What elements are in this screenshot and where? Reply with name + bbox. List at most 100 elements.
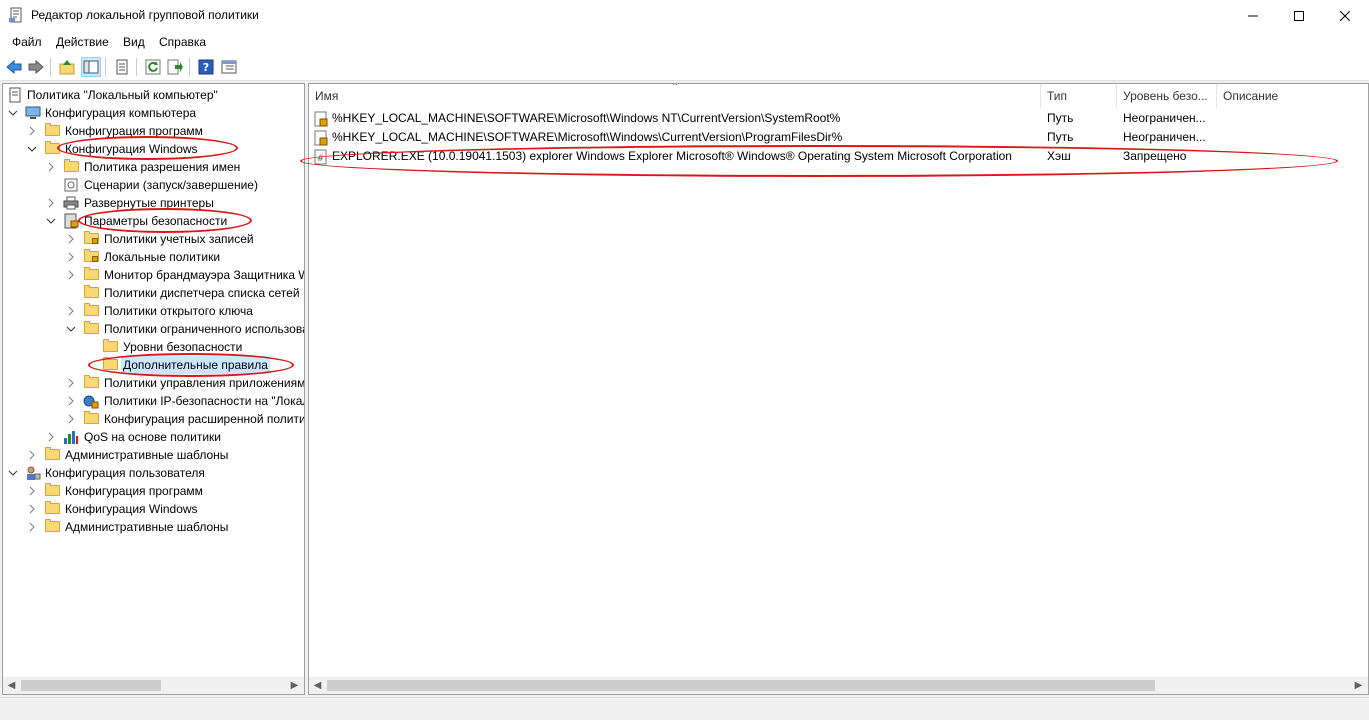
tree-item-network-list-policies[interactable]: Политики диспетчера списка сетей — [3, 284, 303, 302]
scroll-left-icon[interactable]: ◀ — [3, 677, 20, 694]
list-item[interactable]: %HKEY_LOCAL_MACHINE\SOFTWARE\Microsoft\W… — [309, 128, 1368, 147]
tree-item-windows-config[interactable]: Конфигурация Windows — [3, 140, 303, 158]
column-header-name[interactable]: Имя — [309, 84, 1041, 108]
expand-chevron-icon[interactable] — [65, 266, 77, 284]
policy-icon — [7, 87, 23, 103]
rule-security-level: Неограничен... — [1123, 111, 1206, 125]
list-item[interactable]: # EXPLORER.EXE (10.0.19041.1503) explore… — [309, 147, 1368, 166]
list-item[interactable]: %HKEY_LOCAL_MACHINE\SOFTWARE\Microsoft\W… — [309, 109, 1368, 128]
collapse-chevron-icon[interactable] — [7, 104, 19, 122]
tree-item-label: Политика разрешения имен — [84, 160, 241, 174]
expand-chevron-icon[interactable] — [45, 158, 57, 176]
tree-item-user-windows-config[interactable]: Конфигурация Windows — [3, 500, 303, 518]
collapse-chevron-icon[interactable] — [7, 464, 19, 482]
expand-chevron-icon[interactable] — [26, 122, 38, 140]
up-folder-button[interactable] — [57, 57, 77, 77]
menu-help[interactable]: Справка — [159, 35, 206, 49]
extended-view-button[interactable] — [219, 57, 239, 77]
scroll-left-icon[interactable]: ◀ — [309, 677, 326, 694]
scroll-right-icon[interactable]: ▶ — [286, 677, 303, 694]
tree-item-computer-config[interactable]: Конфигурация компьютера — [3, 104, 303, 122]
expand-chevron-icon[interactable] — [65, 392, 77, 410]
maximize-icon — [1294, 10, 1304, 21]
column-header-description[interactable]: Описание — [1217, 84, 1368, 108]
expand-chevron-icon[interactable] — [65, 248, 77, 266]
column-header-type[interactable]: Тип — [1041, 84, 1117, 108]
tree-item-security-settings[interactable]: Параметры безопасности — [3, 212, 303, 230]
tree-item-label: QoS на основе политики — [84, 430, 221, 444]
expand-chevron-icon[interactable] — [45, 194, 57, 212]
tree-item-software-restriction-policies[interactable]: Политики ограниченного использования про… — [3, 320, 304, 338]
expand-chevron-icon[interactable] — [45, 428, 57, 446]
show-hide-tree-button[interactable] — [81, 57, 101, 77]
folder-icon — [64, 159, 79, 172]
scroll-thumb[interactable] — [327, 680, 1155, 691]
tree-item-app-control-policies[interactable]: Политики управления приложениями — [3, 374, 304, 392]
expand-chevron-icon[interactable] — [26, 446, 38, 464]
folder-icon — [45, 123, 60, 136]
menu-view[interactable]: Вид — [123, 35, 145, 49]
tree-item-ip-security[interactable]: Политики IP-безопасности на "Локальный к… — [3, 392, 304, 410]
tree-item-additional-rules[interactable]: Дополнительные правила — [3, 356, 303, 374]
tree-item-user-program-config[interactable]: Конфигурация программ — [3, 482, 303, 500]
tree-item-program-config[interactable]: Конфигурация программ — [3, 122, 303, 140]
expand-chevron-icon[interactable] — [26, 482, 38, 500]
tree-item-user-admin-templates[interactable]: Административные шаблоны — [3, 518, 303, 536]
tree-item-root[interactable]: Политика "Локальный компьютер" — [3, 86, 303, 104]
collapse-chevron-icon[interactable] — [26, 140, 38, 158]
menu-file[interactable]: Файл — [12, 35, 42, 49]
help-button[interactable]: ? — [196, 57, 216, 77]
tree-pane[interactable]: Политика "Локальный компьютер" Конфигура… — [2, 83, 305, 695]
rule-security-level: Запрещено — [1123, 149, 1187, 163]
expand-chevron-icon[interactable] — [65, 410, 77, 428]
export-list-button[interactable] — [165, 57, 185, 77]
toolbar-separator — [105, 58, 106, 76]
folder-icon — [84, 285, 99, 298]
scroll-right-icon[interactable]: ▶ — [1350, 677, 1367, 694]
tree-item-advanced-audit[interactable]: Конфигурация расширенной политики аудита — [3, 410, 304, 428]
tree-item-label: Политики IP-безопасности на "Локальный к… — [104, 394, 304, 408]
collapse-chevron-icon[interactable] — [45, 212, 57, 230]
folder-icon — [45, 501, 60, 514]
tree-item-name-resolution-policy[interactable]: Политика разрешения имен — [3, 158, 303, 176]
list-horizontal-scrollbar[interactable]: ◀ ▶ — [309, 677, 1368, 694]
tree-item-label: Конфигурация Windows — [65, 502, 198, 516]
properties-button[interactable] — [112, 57, 132, 77]
close-button[interactable] — [1322, 0, 1368, 31]
status-bar — [0, 697, 1369, 720]
expand-chevron-icon[interactable] — [65, 302, 77, 320]
list-header: ⌃ Имя Тип Уровень безо... Описание — [309, 84, 1368, 108]
tree-item-firewall-monitor[interactable]: Монитор брандмауэра Защитника Windows — [3, 266, 304, 284]
forward-button[interactable] — [26, 57, 46, 77]
scroll-thumb[interactable] — [21, 680, 161, 691]
expand-chevron-icon[interactable] — [65, 230, 77, 248]
details-pane[interactable]: ⌃ Имя Тип Уровень безо... Описание %HKEY… — [308, 83, 1369, 695]
column-header-security-level[interactable]: Уровень безо... — [1117, 84, 1217, 108]
tree-item-label: Конфигурация Windows — [65, 142, 198, 156]
back-button[interactable] — [4, 57, 24, 77]
rule-name: %HKEY_LOCAL_MACHINE\SOFTWARE\Microsoft\W… — [332, 111, 841, 125]
tree-item-printers[interactable]: Развернутые принтеры — [3, 194, 303, 212]
properties-icon — [116, 59, 128, 75]
tree-item-public-key-policies[interactable]: Политики открытого ключа — [3, 302, 303, 320]
expand-chevron-icon[interactable] — [65, 374, 77, 392]
minimize-button[interactable] — [1230, 0, 1276, 31]
collapse-chevron-icon[interactable] — [65, 320, 77, 338]
tree-item-scripts[interactable]: Сценарии (запуск/завершение) — [3, 176, 303, 194]
menu-action[interactable]: Действие — [56, 35, 109, 49]
expand-chevron-icon[interactable] — [26, 500, 38, 518]
tree-item-security-levels[interactable]: Уровни безопасности — [3, 338, 303, 356]
tree-item-admin-templates[interactable]: Административные шаблоны — [3, 446, 303, 464]
path-rule-icon — [313, 130, 329, 146]
toolbar-separator — [189, 58, 190, 76]
tree-item-account-policies[interactable]: Политики учетных записей — [3, 230, 303, 248]
tree-horizontal-scrollbar[interactable]: ◀ ▶ — [3, 677, 304, 694]
tree-item-qos[interactable]: QoS на основе политики — [3, 428, 303, 446]
tree-item-local-policies[interactable]: Локальные политики — [3, 248, 303, 266]
maximize-button[interactable] — [1276, 0, 1322, 31]
tree-item-user-config[interactable]: Конфигурация пользователя — [3, 464, 303, 482]
expand-chevron-icon[interactable] — [26, 518, 38, 536]
svg-text:#: # — [317, 154, 325, 164]
toolbar: ? — [0, 53, 1369, 81]
refresh-button[interactable] — [143, 57, 163, 77]
